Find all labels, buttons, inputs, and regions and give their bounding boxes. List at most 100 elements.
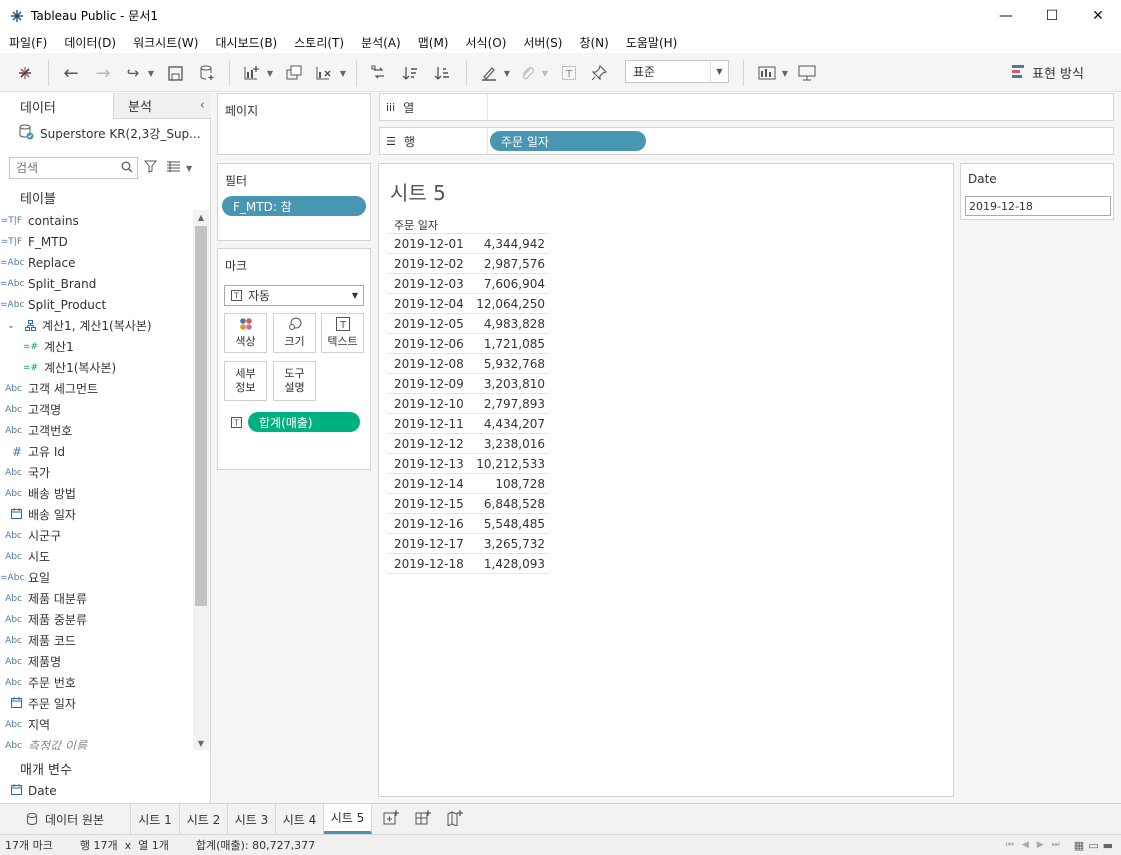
order-date-cell[interactable]: 2019-12-10 <box>387 393 469 414</box>
save-icon[interactable] <box>164 62 186 84</box>
sales-cell[interactable]: 2,797,893 <box>469 393 549 414</box>
order-date-cell[interactable]: 2019-12-02 <box>387 253 469 274</box>
tab-sheet-2[interactable]: 시트 2 <box>180 804 228 834</box>
filters-card[interactable]: 필터 F_MTD: 참 <box>217 163 371 241</box>
new-worksheet-tab-button[interactable] <box>376 804 406 834</box>
detail-button[interactable]: 세부 정보 <box>224 361 267 401</box>
menu-help[interactable]: 도움말(H) <box>617 34 686 51</box>
field-item[interactable]: =Abc Replace <box>0 252 193 273</box>
table-row[interactable]: 2019-12-14 108,728 <box>387 473 549 494</box>
table-row[interactable]: 2019-12-17 3,265,732 <box>387 533 549 554</box>
sort-descending-icon[interactable] <box>431 62 453 84</box>
chevron-down-icon[interactable]: ▼ <box>146 62 156 84</box>
field-item[interactable]: Abc 시군구 <box>0 525 193 546</box>
field-item[interactable]: Abc 배송 방법 <box>0 483 193 504</box>
field-item[interactable]: Abc 제품 중분류 <box>0 609 193 630</box>
tableau-logo-icon[interactable] <box>14 62 36 84</box>
menu-worksheet[interactable]: 워크시트(W) <box>124 34 206 51</box>
order-date-cell[interactable]: 2019-12-15 <box>387 493 469 514</box>
sales-cell[interactable]: 2,987,576 <box>469 253 549 274</box>
sales-cell[interactable]: 1,721,085 <box>469 333 549 354</box>
field-item[interactable]: Abc 주문 번호 <box>0 672 193 693</box>
sales-cell[interactable]: 10,212,533 <box>469 453 549 474</box>
menu-format[interactable]: 서식(O) <box>457 34 515 51</box>
clear-sheet-icon[interactable] <box>312 62 334 84</box>
tab-sheet-4[interactable]: 시트 4 <box>276 804 324 834</box>
table-row[interactable]: 2019-12-06 1,721,085 <box>387 333 549 354</box>
table-row[interactable]: 2019-12-01 4,344,942 <box>387 233 549 254</box>
order-date-cell[interactable]: 2019-12-12 <box>387 433 469 454</box>
sales-cell[interactable]: 7,606,904 <box>469 273 549 294</box>
table-row[interactable]: 2019-12-09 3,203,810 <box>387 373 549 394</box>
order-date-cell[interactable]: 2019-12-04 <box>387 293 469 314</box>
group-members-icon[interactable] <box>516 62 538 84</box>
order-date-pill[interactable]: 주문 일자 <box>490 131 646 151</box>
chevron-down-icon[interactable]: ▼ <box>265 62 275 84</box>
table-row[interactable]: 2019-12-05 4,983,828 <box>387 313 549 334</box>
new-datasource-icon[interactable] <box>196 62 218 84</box>
field-group[interactable]: ⌄ 계산1, 계산1(복사본) <box>0 315 193 336</box>
collapse-pane-icon[interactable]: ‹ <box>200 98 205 113</box>
columns-shelf[interactable]: iii 열 <box>379 93 1114 121</box>
field-item[interactable]: Abc 제품 코드 <box>0 630 193 651</box>
field-item[interactable]: =T|F contains <box>0 210 193 231</box>
order-date-cell[interactable]: 2019-12-06 <box>387 333 469 354</box>
replay-icon[interactable]: ↪ <box>122 62 144 84</box>
chevron-down-icon[interactable]: ▼ <box>338 62 348 84</box>
table-row[interactable]: 2019-12-08 5,932,768 <box>387 353 549 374</box>
date-parameter-input[interactable] <box>965 196 1111 216</box>
order-date-cell[interactable]: 2019-12-01 <box>387 233 469 254</box>
menu-server[interactable]: 서버(S) <box>514 34 570 51</box>
new-worksheet-icon[interactable] <box>240 62 262 84</box>
chevron-down-icon[interactable]: ▼ <box>540 62 550 84</box>
sheet-sorter-icon[interactable]: ▦ <box>1074 839 1084 852</box>
field-item[interactable]: =Abc 요일 <box>0 567 193 588</box>
search-input[interactable] <box>16 161 116 175</box>
sales-cell[interactable]: 4,434,207 <box>469 413 549 434</box>
table-row[interactable]: 2019-12-10 2,797,893 <box>387 393 549 414</box>
tabs-view-icon[interactable]: ▬ <box>1103 839 1113 852</box>
datasource-item[interactable]: Superstore KR(2,3강_Sup... <box>18 124 201 143</box>
show-cards-icon[interactable] <box>756 62 778 84</box>
sales-cell[interactable]: 1,428,093 <box>469 553 549 574</box>
undo-icon[interactable]: ← <box>60 62 82 84</box>
menu-story[interactable]: 스토리(T) <box>285 34 352 51</box>
field-item[interactable]: Abc 지역 <box>0 714 193 735</box>
sales-cell[interactable]: 4,344,942 <box>469 233 549 254</box>
text-button[interactable]: T 텍스트 <box>321 313 364 353</box>
table-row[interactable]: 2019-12-13 10,212,533 <box>387 453 549 474</box>
duplicate-sheet-icon[interactable] <box>282 62 304 84</box>
tab-datasource[interactable]: 데이터 원본 <box>0 804 131 834</box>
table-row[interactable]: 2019-12-12 3,238,016 <box>387 433 549 454</box>
order-date-cell[interactable]: 2019-12-14 <box>387 473 469 494</box>
menu-data[interactable]: 데이터(D) <box>55 34 124 51</box>
scrollbar-thumb[interactable] <box>195 226 207 606</box>
table-row[interactable]: 2019-12-04 12,064,250 <box>387 293 549 314</box>
chevron-down-icon[interactable]: ⌄ <box>4 321 18 331</box>
viz-canvas[interactable]: 시트 5 주문 일자 2019-12-01 4,344,942 2019-12-02… <box>378 163 954 797</box>
tab-sheet-5[interactable]: 시트 5 <box>324 804 372 834</box>
show-me-button[interactable]: 표현 방식 <box>1012 62 1084 82</box>
filter-icon[interactable] <box>143 160 158 176</box>
menu-analysis[interactable]: 분석(A) <box>352 34 409 51</box>
chevron-down-icon[interactable]: ▼ <box>502 62 512 84</box>
sum-sales-pill[interactable]: 합계(매출) <box>248 412 360 432</box>
sales-cell[interactable]: 3,203,810 <box>469 373 549 394</box>
order-date-cell[interactable]: 2019-12-09 <box>387 373 469 394</box>
table-row[interactable]: 2019-12-11 4,434,207 <box>387 413 549 434</box>
field-item[interactable]: Abc 고객 세그먼트 <box>0 378 193 399</box>
show-mark-labels-icon[interactable]: T <box>558 62 580 84</box>
chevron-down-icon[interactable]: ▼ <box>193 736 209 750</box>
field-item[interactable]: 배송 일자 <box>0 504 193 525</box>
table-row[interactable]: 2019-12-16 5,548,485 <box>387 513 549 534</box>
parameter-item[interactable]: Date <box>0 780 57 801</box>
presentation-mode-icon[interactable] <box>796 62 818 84</box>
sales-cell[interactable]: 3,265,732 <box>469 533 549 554</box>
field-item[interactable]: Abc 측정값 이름 <box>0 735 193 750</box>
sheet-navigation[interactable]: ⏮◀▶⏭ <box>1006 840 1068 850</box>
order-date-cell[interactable]: 2019-12-13 <box>387 453 469 474</box>
menu-window[interactable]: 창(N) <box>570 34 616 51</box>
menu-dashboard[interactable]: 대시보드(B) <box>206 34 285 51</box>
field-item[interactable]: =Abc Split_Product <box>0 294 193 315</box>
chevron-up-icon[interactable]: ▲ <box>193 210 209 224</box>
